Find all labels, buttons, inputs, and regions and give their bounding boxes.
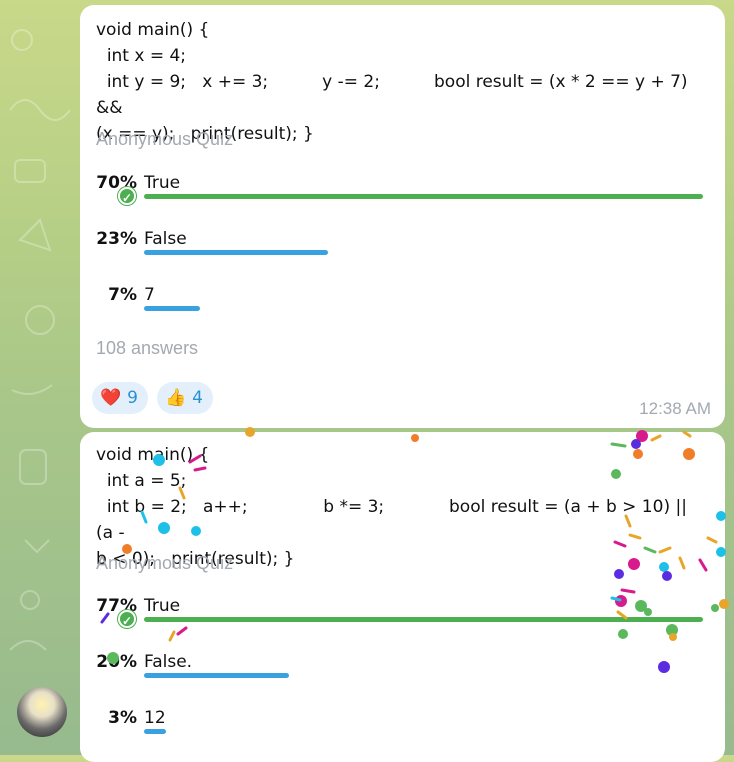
poll-option[interactable]: 23% False (80, 229, 725, 279)
message-time: 12:38 AM (639, 399, 711, 418)
quiz-message: void main() { int a = 5; int b = 2; a++;… (80, 432, 725, 762)
poll-option[interactable]: 7% 7 (80, 285, 725, 335)
option-result-bar (144, 250, 328, 255)
reaction-count: 9 (127, 388, 138, 408)
thumbs-up-icon: 👍 (165, 388, 187, 408)
option-result-bar (144, 729, 166, 734)
option-percent: 7% (108, 285, 137, 305)
quiz-question: void main() { int x = 4; int y = 9; x +=… (96, 20, 688, 144)
quiz-message: void main() { int x = 4; int y = 9; x +=… (80, 5, 725, 428)
reaction-count: 4 (192, 388, 203, 408)
option-text: 12 (144, 708, 166, 728)
option-percent: 20% (96, 652, 137, 672)
option-text: 7 (144, 285, 155, 305)
poll-option[interactable]: 70% True ✓ (80, 173, 725, 223)
option-percent: 23% (96, 229, 137, 249)
option-text: False (144, 229, 187, 249)
option-text: False. (144, 652, 193, 672)
answers-count[interactable]: 108 answers (96, 338, 198, 359)
option-result-bar (144, 673, 289, 678)
option-result-bar (144, 194, 703, 199)
poll-option[interactable]: 20% False. (80, 652, 725, 702)
quiz-type-label: Anonymous Quiz (96, 553, 234, 573)
option-percent: 3% (108, 708, 137, 728)
option-text: True (144, 596, 181, 616)
poll-option[interactable]: 3% 12 (80, 708, 725, 758)
avatar[interactable] (17, 687, 67, 737)
check-icon: ✓ (118, 610, 136, 628)
option-result-bar (144, 306, 200, 311)
check-icon: ✓ (118, 187, 136, 205)
reaction-heart[interactable]: ❤️ 9 (92, 382, 148, 414)
option-text: True (144, 173, 181, 193)
heart-icon: ❤️ (100, 388, 122, 408)
quiz-type-label: Anonymous Quiz (96, 129, 234, 149)
option-result-bar (144, 617, 703, 622)
poll-option[interactable]: 77% True ✓ (80, 596, 725, 646)
reaction-thumbs-up[interactable]: 👍 4 (157, 382, 213, 414)
